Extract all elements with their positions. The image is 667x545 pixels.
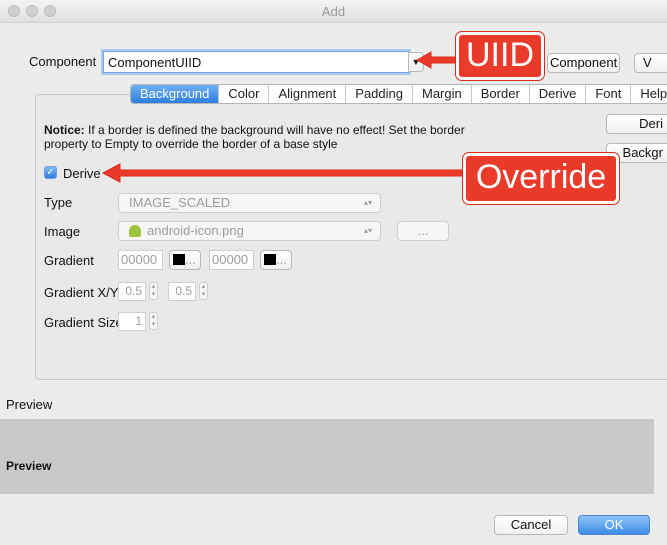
annotation-arrows xyxy=(101,51,467,183)
uiid-callout: UIID xyxy=(456,32,544,80)
override-arrow xyxy=(101,163,467,183)
override-callout: Override xyxy=(463,153,619,204)
